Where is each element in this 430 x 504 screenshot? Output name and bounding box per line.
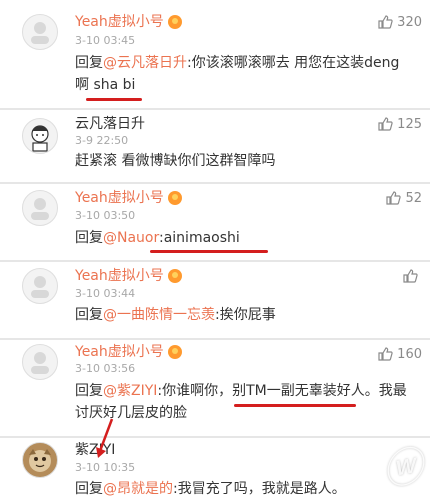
comment-item: Yeah虚拟小号 3-10 03:45 320 回复@云凡落日升:你该滚哪滚哪去…: [0, 0, 430, 108]
avatar[interactable]: [22, 442, 58, 478]
mention-link[interactable]: @昂就是的: [103, 481, 173, 497]
reply-prefix: 回复: [75, 481, 103, 497]
avatar[interactable]: [22, 344, 58, 380]
reply-prefix: 回复: [75, 230, 103, 246]
comment-text: 回复@Nauor:ainimaoshi: [75, 227, 412, 249]
comment-item: Yeah虚拟小号 3-10 03:50 52 回复@Nauor:ainimaos…: [0, 184, 430, 260]
reply-prefix: 回复: [75, 307, 103, 323]
like-count: 160: [397, 346, 422, 362]
like-button[interactable]: 160: [377, 344, 422, 364]
timestamp: 3-10 10:35: [75, 461, 136, 474]
vip-badge-icon: [167, 191, 182, 205]
like-button[interactable]: 320: [377, 12, 422, 32]
mention-link[interactable]: @一曲陈情一忘羡: [103, 307, 215, 323]
mention-link[interactable]: @Nauor: [103, 230, 159, 246]
comment-body: :我冒充了吗，我就是路人。: [173, 481, 346, 497]
comment-item: Yeah虚拟小号 3-10 03:56 160 回复@紫ZIYI:你谁啊你，别T…: [0, 340, 430, 436]
annotation-underline: [234, 404, 356, 407]
mention-link[interactable]: @紫ZIYI: [103, 383, 157, 399]
thumbs-up-icon: [403, 269, 418, 283]
timestamp: 3-10 03:44: [75, 287, 136, 300]
comment-text: 赶紧滚 看微博缺你们这群智障吗: [75, 150, 412, 172]
like-button[interactable]: 52: [385, 188, 422, 208]
vip-badge-icon: [167, 345, 182, 359]
mention-link[interactable]: @云凡落日升: [103, 55, 187, 71]
timestamp: 3-10 03:50: [75, 209, 136, 222]
thumbs-up-icon: [378, 15, 393, 29]
like-button[interactable]: [402, 266, 422, 286]
like-count: 125: [397, 116, 422, 132]
like-count: 52: [405, 190, 422, 206]
avatar[interactable]: [22, 190, 58, 226]
timestamp: 3-10 03:45: [75, 34, 136, 47]
like-button[interactable]: 125: [377, 114, 422, 134]
comment-text: 回复@一曲陈情一忘羡:挨你屁事: [75, 304, 412, 326]
thumbs-up-icon: [378, 117, 393, 131]
annotation-arrow: [96, 418, 114, 458]
thumbs-up-icon: [386, 191, 402, 205]
avatar[interactable]: [22, 118, 58, 154]
username[interactable]: Yeah虚拟小号: [75, 13, 164, 31]
like-count: 320: [397, 14, 422, 30]
avatar[interactable]: [22, 268, 58, 304]
reply-prefix: 回复: [75, 383, 103, 399]
vip-badge-icon: [167, 269, 182, 283]
reply-prefix: 回复: [75, 55, 103, 71]
thumbs-up-icon: [378, 347, 393, 361]
timestamp: 3-10 03:56: [75, 362, 136, 375]
comment-text: 回复@紫ZIYI:你谁啊你，别TM一副无辜装好人。我最讨厌好几层皮的脸: [75, 380, 412, 424]
comment-body: :挨你屁事: [215, 307, 276, 323]
username[interactable]: Yeah虚拟小号: [75, 267, 164, 285]
comment-item: Yeah虚拟小号 3-10 03:44 回复@一曲陈情一忘羡:挨你屁事: [0, 262, 430, 338]
comment-text: 回复@昂就是的:我冒充了吗，我就是路人。: [75, 478, 412, 500]
comment-body: 赶紧滚 看微博缺你们这群智障吗: [75, 153, 276, 169]
username[interactable]: Yeah虚拟小号: [75, 189, 164, 207]
vip-badge-icon: [167, 15, 182, 29]
username[interactable]: Yeah虚拟小号: [75, 343, 164, 361]
comment-body: :ainimaoshi: [159, 230, 240, 246]
comment-item: 紫ZIYI 3-10 10:35 回复@昂就是的:我冒充了吗，我就是路人。: [0, 438, 430, 504]
username[interactable]: 云凡落日升: [75, 115, 145, 133]
avatar[interactable]: [22, 14, 58, 50]
comment-text: 回复@云凡落日升:你该滚哪滚哪去 用您在这装deng啊 sha bi: [75, 52, 412, 96]
timestamp: 3-9 22:50: [75, 134, 129, 147]
annotation-underline: [86, 98, 142, 101]
comment-item: 云凡落日升 3-9 22:50 125 赶紧滚 看微博缺你们这群智障吗: [0, 110, 430, 182]
annotation-underline: [150, 250, 268, 253]
